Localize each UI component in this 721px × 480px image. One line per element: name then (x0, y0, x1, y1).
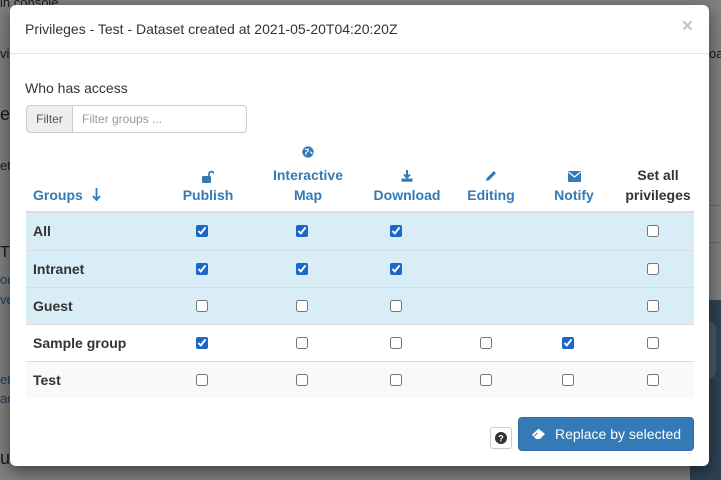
download-checkbox[interactable] (390, 263, 402, 275)
interactive-map-header-line1: Interactive (272, 167, 344, 183)
globe-icon (302, 146, 314, 160)
download-checkbox[interactable] (390, 225, 402, 237)
pencil-icon (485, 170, 497, 184)
table-row: All (26, 213, 694, 250)
column-header-download[interactable]: Download (358, 157, 456, 211)
set-all-checkbox[interactable] (647, 225, 659, 237)
unlock-icon (202, 170, 215, 184)
column-header-interactive-map[interactable]: Interactive Map (260, 146, 356, 211)
publish-checkbox[interactable] (196, 337, 208, 349)
filter-groups-input[interactable] (72, 105, 247, 133)
publish-checkbox[interactable] (196, 300, 208, 312)
filter-group: Filter (26, 105, 247, 133)
envelope-icon (567, 170, 581, 184)
svg-text:?: ? (498, 433, 504, 443)
close-button[interactable]: × (682, 17, 693, 37)
column-header-notify[interactable]: Notify (539, 157, 609, 211)
column-header-editing[interactable]: Editing (451, 157, 531, 211)
table-body: All Intranet Guest Sample group Test (26, 213, 694, 398)
table-row: Test (26, 361, 694, 398)
publish-header-label: Publish (182, 187, 234, 203)
download-header-label: Download (373, 187, 441, 203)
download-icon (401, 170, 413, 184)
publish-checkbox[interactable] (196, 263, 208, 275)
who-has-access-label: Who has access (25, 80, 128, 96)
download-checkbox[interactable] (390, 374, 402, 386)
set-all-checkbox[interactable] (647, 337, 659, 349)
arrow-down-icon (91, 188, 101, 202)
modal-title: Privileges - Test - Dataset created at 2… (25, 21, 398, 37)
notify-header-label: Notify (554, 187, 594, 203)
set-all-header-line2: privileges (625, 187, 691, 203)
download-checkbox[interactable] (390, 300, 402, 312)
editing-header-label: Editing (467, 187, 515, 203)
groups-header-label: Groups (33, 187, 83, 203)
question-circle-icon: ? (495, 432, 507, 444)
interactive-map-header-line2: Map (294, 187, 322, 203)
interactive-map-checkbox[interactable] (296, 225, 308, 237)
replace-button-label: Replace by selected (554, 426, 682, 442)
set-all-checkbox[interactable] (647, 263, 659, 275)
set-all-checkbox[interactable] (647, 300, 659, 312)
eraser-icon (531, 428, 545, 439)
modal-header: Privileges - Test - Dataset created at 2… (10, 5, 709, 54)
set-all-checkbox[interactable] (647, 374, 659, 386)
table-row: Intranet (26, 250, 694, 287)
table-row: Guest (26, 287, 694, 324)
publish-checkbox[interactable] (196, 374, 208, 386)
interactive-map-checkbox[interactable] (296, 300, 308, 312)
group-name: Sample group (33, 335, 127, 351)
column-header-groups[interactable]: Groups (33, 157, 101, 211)
group-name: Guest (33, 298, 73, 314)
interactive-map-checkbox[interactable] (296, 337, 308, 349)
set-all-header-line1: Set all (637, 167, 679, 183)
privileges-modal: Privileges - Test - Dataset created at 2… (10, 5, 709, 466)
table-row: Sample group (26, 324, 694, 361)
group-name: All (33, 223, 51, 239)
column-header-set-all: Set all privileges (615, 157, 701, 211)
column-header-publish[interactable]: Publish (171, 157, 245, 211)
group-name: Test (33, 372, 61, 388)
interactive-map-checkbox[interactable] (296, 374, 308, 386)
notify-checkbox[interactable] (562, 374, 574, 386)
notify-checkbox[interactable] (562, 337, 574, 349)
interactive-map-checkbox[interactable] (296, 263, 308, 275)
group-name: Intranet (33, 261, 85, 277)
editing-checkbox[interactable] (480, 337, 492, 349)
privileges-table: Groups Publish Interactive Map Download … (26, 146, 694, 398)
download-checkbox[interactable] (390, 337, 402, 349)
table-header: Groups Publish Interactive Map Download … (26, 146, 694, 213)
editing-checkbox[interactable] (480, 374, 492, 386)
replace-by-selected-button[interactable]: Replace by selected (518, 417, 694, 451)
publish-checkbox[interactable] (196, 225, 208, 237)
filter-label: Filter (26, 105, 72, 133)
help-button[interactable]: ? (490, 427, 512, 449)
